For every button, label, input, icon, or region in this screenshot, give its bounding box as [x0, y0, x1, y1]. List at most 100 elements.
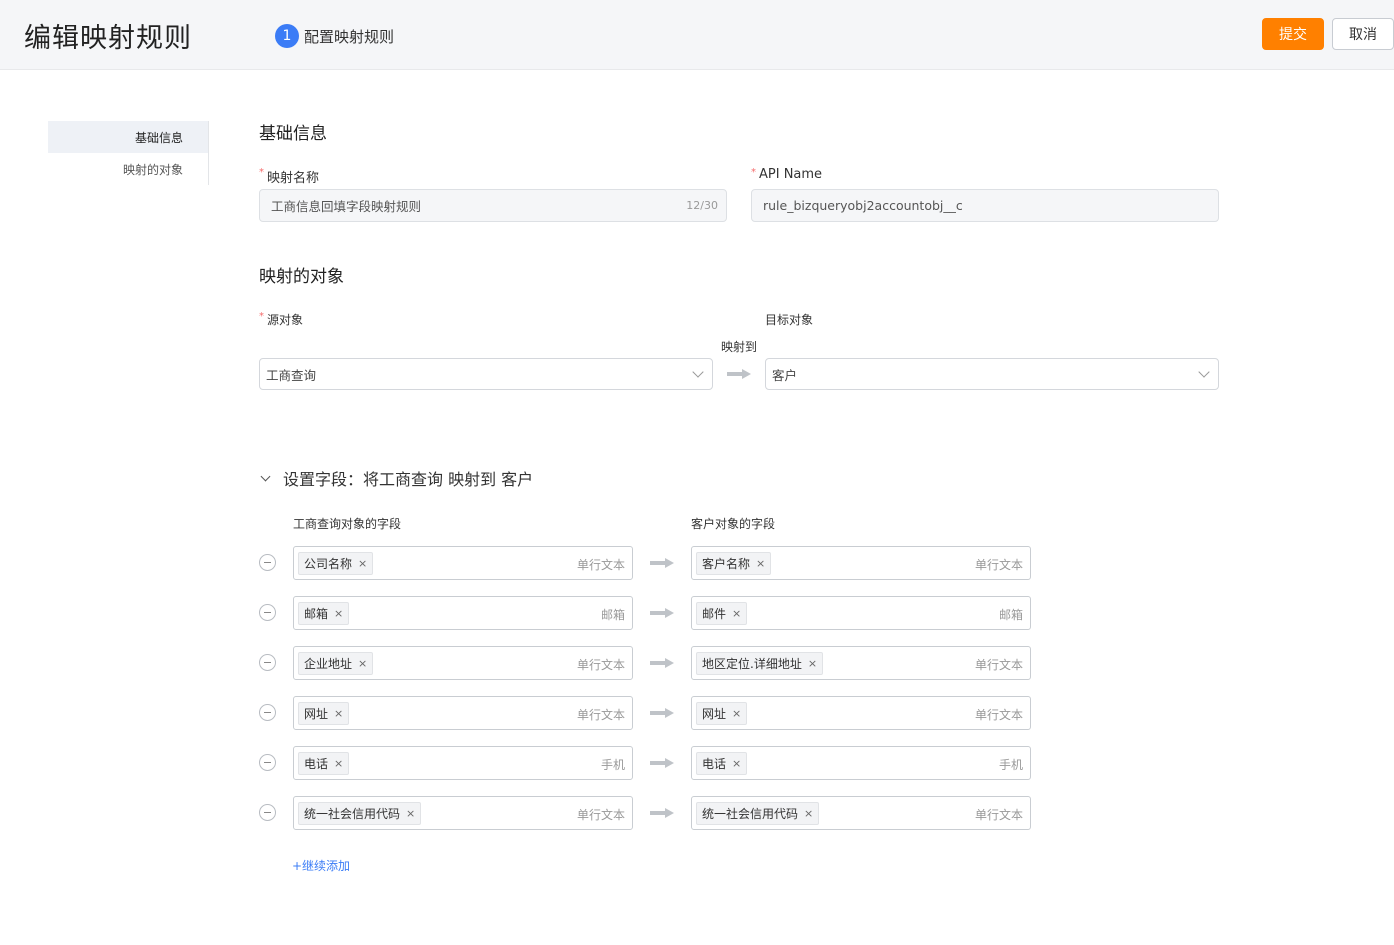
field-mapping-row: 电话 × 手机 电话 × 手机 [259, 746, 1039, 780]
api-name-label: * API Name [751, 167, 822, 182]
source-field-name: 网址 [304, 707, 329, 721]
chevron-down-icon [1198, 366, 1210, 378]
target-field-tag: 统一社会信用代码 × [696, 802, 820, 825]
target-field-tag: 邮件 × [696, 602, 748, 625]
remove-row-icon[interactable] [259, 754, 276, 771]
source-field-tag: 企业地址 × [298, 652, 374, 675]
remove-row-icon[interactable] [259, 654, 276, 671]
arrow-right-icon [650, 558, 674, 568]
source-field-type: 单行文本 [576, 558, 625, 572]
source-field-tag: 邮箱 × [298, 602, 350, 625]
step-indicator: 1 配置映射规则 [275, 24, 394, 48]
target-field-select[interactable]: 邮件 × 邮箱 [691, 596, 1031, 630]
target-field-name: 邮件 [702, 607, 727, 621]
tag-close-icon[interactable]: × [732, 607, 741, 620]
page-header: 编辑映射规则 1 配置映射规则 提交 取消 [0, 0, 1394, 70]
arrow-right-icon [650, 608, 674, 618]
source-field-tag: 网址 × [298, 702, 350, 725]
tag-close-icon[interactable]: × [756, 557, 765, 570]
target-field-tag: 网址 × [696, 702, 748, 725]
arrow-right-icon [727, 369, 751, 379]
field-mapping-row: 公司名称 × 单行文本 客户名称 × 单行文本 [259, 546, 1039, 580]
step-number-badge: 1 [275, 24, 299, 48]
remove-row-icon[interactable] [259, 804, 276, 821]
field-mapping-row: 企业地址 × 单行文本 地区定位.详细地址 × 单行文本 [259, 646, 1039, 680]
source-field-select[interactable]: 统一社会信用代码 × 单行文本 [293, 796, 633, 830]
step-label: 配置映射规则 [304, 27, 395, 46]
chevron-down-icon [692, 366, 704, 378]
source-field-type: 邮箱 [600, 608, 625, 622]
api-name-label-text: API Name [759, 167, 823, 182]
field-mapping-row: 邮箱 × 邮箱 邮件 × 邮箱 [259, 596, 1039, 630]
target-field-name: 统一社会信用代码 [702, 807, 799, 821]
source-object-value: 工商查询 [266, 367, 317, 383]
source-field-name: 统一社会信用代码 [304, 807, 401, 821]
source-field-tag: 电话 × [298, 752, 350, 775]
target-object-value: 客户 [772, 367, 798, 383]
tag-close-icon[interactable]: × [808, 657, 817, 670]
cancel-button[interactable]: 取消 [1332, 18, 1394, 50]
required-marker: * [259, 311, 264, 322]
tag-close-icon[interactable]: × [732, 707, 741, 720]
target-field-select[interactable]: 电话 × 手机 [691, 746, 1031, 780]
tag-close-icon[interactable]: × [406, 807, 415, 820]
source-field-name: 电话 [304, 757, 329, 771]
field-mapping-row: 网址 × 单行文本 网址 × 单行文本 [259, 696, 1039, 730]
field-mapping-toggle[interactable]: 设置字段：将工商查询 映射到 客户 [259, 466, 533, 490]
submit-button[interactable]: 提交 [1262, 18, 1324, 50]
source-field-name: 邮箱 [304, 607, 329, 621]
add-more-link[interactable]: +继续添加 [292, 857, 350, 874]
source-field-select[interactable]: 企业地址 × 单行文本 [293, 646, 633, 680]
api-name-value: rule_bizqueryobj2accountobj__c [763, 198, 963, 213]
tag-close-icon[interactable]: × [804, 807, 813, 820]
target-field-select[interactable]: 网址 × 单行文本 [691, 696, 1031, 730]
source-field-tag: 统一社会信用代码 × [298, 802, 422, 825]
mapped-to-label: 映射到 [721, 340, 758, 354]
target-field-tag: 地区定位.详细地址 × [696, 652, 824, 675]
source-field-type: 单行文本 [576, 808, 625, 822]
source-field-type: 单行文本 [576, 708, 625, 722]
tag-close-icon[interactable]: × [732, 757, 741, 770]
target-field-tag: 电话 × [696, 752, 748, 775]
target-field-type: 手机 [998, 758, 1023, 772]
field-mapping-row: 统一社会信用代码 × 单行文本 统一社会信用代码 × 单行文本 [259, 796, 1039, 830]
source-field-tag: 公司名称 × [298, 552, 374, 575]
tag-close-icon[interactable]: × [334, 707, 343, 720]
source-field-name: 企业地址 [304, 657, 353, 671]
nav-item-mapping-object[interactable]: 映射的对象 [48, 153, 208, 185]
arrow-right-icon [650, 658, 674, 668]
tag-close-icon[interactable]: × [334, 757, 343, 770]
remove-row-icon[interactable] [259, 554, 276, 571]
target-field-select[interactable]: 统一社会信用代码 × 单行文本 [691, 796, 1031, 830]
mapping-name-input[interactable]: 工商信息回填字段映射规则 12/30 [259, 189, 727, 222]
side-anchor-nav: 基础信息 映射的对象 [48, 121, 209, 185]
remove-row-icon[interactable] [259, 604, 276, 621]
tag-close-icon[interactable]: × [358, 557, 367, 570]
target-field-select[interactable]: 客户名称 × 单行文本 [691, 546, 1031, 580]
tag-close-icon[interactable]: × [334, 607, 343, 620]
mapping-name-value: 工商信息回填字段映射规则 [271, 199, 422, 214]
char-counter: 12/30 [686, 199, 718, 212]
target-field-name: 地区定位.详细地址 [702, 657, 802, 671]
arrow-right-icon [650, 808, 674, 818]
nav-item-basic-info[interactable]: 基础信息 [48, 121, 208, 153]
tag-close-icon[interactable]: × [358, 657, 367, 670]
target-field-select[interactable]: 地区定位.详细地址 × 单行文本 [691, 646, 1031, 680]
target-object-select[interactable]: 客户 [765, 358, 1219, 390]
target-field-name: 客户名称 [702, 557, 751, 571]
target-field-name: 电话 [702, 757, 727, 771]
target-field-tag: 客户名称 × [696, 552, 772, 575]
remove-row-icon[interactable] [259, 704, 276, 721]
source-fields-header: 工商查询对象的字段 [293, 517, 402, 531]
source-field-type: 单行文本 [576, 658, 625, 672]
arrow-right-icon [650, 708, 674, 718]
source-field-select[interactable]: 邮箱 × 邮箱 [293, 596, 633, 630]
source-object-label-text: 源对象 [267, 313, 304, 327]
arrow-right-icon [650, 758, 674, 768]
field-mapping-title: 设置字段：将工商查询 映射到 客户 [283, 470, 534, 489]
source-object-select[interactable]: 工商查询 [259, 358, 713, 390]
source-field-select[interactable]: 电话 × 手机 [293, 746, 633, 780]
source-field-select[interactable]: 网址 × 单行文本 [293, 696, 633, 730]
api-name-input[interactable]: rule_bizqueryobj2accountobj__c [751, 189, 1219, 222]
source-field-select[interactable]: 公司名称 × 单行文本 [293, 546, 633, 580]
